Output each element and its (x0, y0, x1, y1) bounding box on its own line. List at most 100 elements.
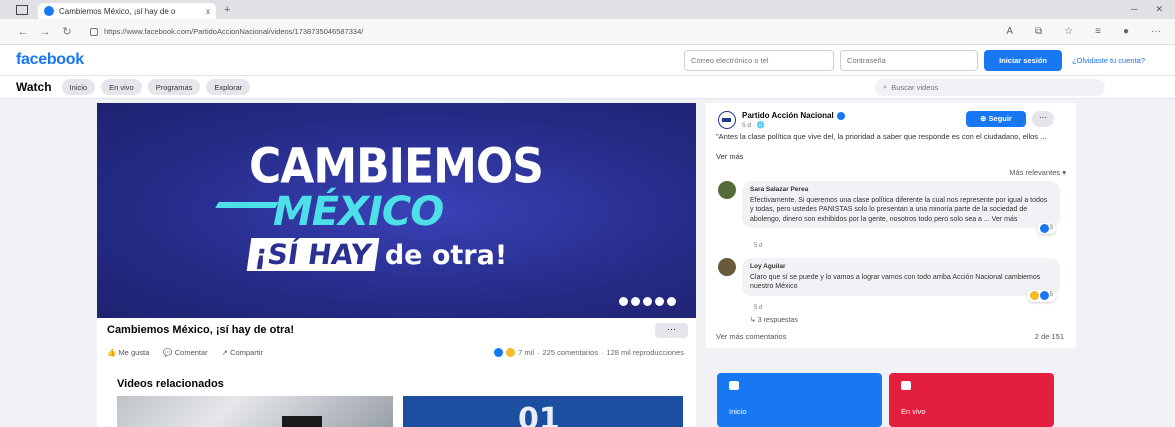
login-form: Iniciar sesión ¿Olvidaste tu cuenta? (684, 49, 1145, 71)
address-bar: ← → ↻ https://www.facebook.com/PartidoAc… (0, 19, 1175, 45)
comments-count[interactable]: 225 comentarios (543, 348, 598, 357)
comment-sort-dropdown[interactable]: Más relevantes ▾ (1009, 168, 1066, 177)
youtube-icon (655, 297, 664, 306)
watch-title[interactable]: Watch (16, 80, 52, 94)
watch-nav: Watch Inicio En vivo Programas Explorar … (0, 76, 1175, 99)
post-side-panel: Partido Acción Nacional 5 d · 🌐 ⊕ Seguir… (706, 103, 1076, 348)
search-placeholder: Buscar videos (891, 82, 939, 92)
window-menu-icon[interactable] (16, 4, 28, 15)
follow-button[interactable]: ⊕ Seguir (966, 111, 1026, 127)
read-aloud-icon[interactable]: A (1006, 26, 1013, 37)
more-comments-link[interactable]: Ver más comentarios (716, 332, 786, 341)
video-more-button[interactable]: ··· (655, 323, 688, 338)
avatar[interactable] (718, 258, 736, 276)
minimize-icon[interactable]: ─ (1131, 4, 1137, 15)
url-field[interactable]: https://www.facebook.com/PartidoAccionNa… (86, 23, 706, 41)
favorite-star-icon[interactable]: ☆ (1064, 26, 1073, 37)
tab-close-icon[interactable]: x (206, 7, 210, 16)
comment-author[interactable]: Sara Salazar Perea (750, 185, 1052, 195)
thumbnail-number: 01 (518, 402, 560, 427)
url-text: https://www.facebook.com/PartidoAccionNa… (104, 27, 364, 36)
like-icon: 👍 (107, 348, 119, 357)
profile-icon[interactable]: ● (1123, 26, 1129, 37)
page-name-line[interactable]: Partido Acción Nacional (742, 111, 845, 120)
search-icon: ⌕ (883, 82, 888, 91)
facebook-logo[interactable]: facebook (16, 51, 84, 69)
comment-reactions[interactable]: 5 (1026, 290, 1056, 302)
related-videos-title: Videos relacionados (117, 378, 224, 390)
forgot-account-link[interactable]: ¿Olvidaste tu cuenta? (1072, 56, 1145, 65)
haha-reaction-icon (1029, 291, 1039, 301)
related-video-thumbnail[interactable]: 01 (403, 396, 683, 427)
live-video-icon (901, 381, 911, 390)
social-handles (619, 297, 676, 306)
share-button[interactable]: ↗ Compartir (222, 348, 263, 357)
haha-reaction-icon (506, 348, 516, 357)
comment-bubble: Loy Aguilar Claro que sí se puede y lo v… (742, 258, 1060, 302)
video-player[interactable]: CAMBIEMOS MÉXICO ¡SÍ HAY de otra! (97, 103, 696, 318)
video-title: Cambiemos México, ¡sí hay de otra! (107, 324, 295, 336)
like-label: Me gusta (118, 348, 150, 357)
like-button[interactable]: 👍 Me gusta (107, 348, 149, 357)
email-field[interactable] (684, 49, 835, 71)
close-window-icon[interactable]: ✕ (1155, 4, 1163, 15)
login-button[interactable]: Iniciar sesión (984, 49, 1063, 71)
browser-tab-strip: Cambiemos México, ¡sí hay de o x + ─ ✕ (0, 0, 1175, 19)
like-reaction-icon (1039, 223, 1049, 233)
comment-text: Claro que sí se puede y lo vamos a logra… (750, 273, 1041, 291)
tab-en-vivo[interactable]: En vivo (101, 79, 142, 95)
back-icon[interactable]: ← (12, 26, 34, 38)
tab-programas[interactable]: Programas (147, 79, 201, 95)
comment-item: Sara Salazar Perea Efectivamente. Si que… (718, 181, 1060, 234)
comment-reactions[interactable]: 3 (1036, 222, 1056, 234)
comment-pagination: 2 de 151 (1034, 332, 1064, 341)
video-actions: 👍 Me gusta 💬 Comentar ↗ Compartir (107, 348, 263, 357)
comment-text: Efectivamente. Si queremos una clase pol… (750, 196, 1048, 223)
comment-label: Comentar (174, 348, 208, 357)
post-text: "Antes la clase política que vive del, l… (716, 132, 1047, 141)
comment-time: 5 d (754, 305, 763, 311)
verified-icon (836, 111, 845, 120)
password-field[interactable] (840, 49, 979, 71)
reactions-count[interactable]: 7 mil (518, 348, 534, 357)
facebook-favicon-icon (44, 6, 54, 16)
forward-icon[interactable]: → (34, 26, 56, 38)
tile-inicio[interactable]: Inicio (717, 373, 882, 427)
video-text-hay: ¡SÍ HAY (246, 238, 380, 271)
video-info: Cambiemos México, ¡sí hay de otra! ··· 👍… (97, 318, 696, 370)
extensions-icon[interactable]: ⧉ (1035, 26, 1042, 37)
tiktok-icon (667, 297, 676, 306)
view-replies-link[interactable]: ↳ 3 respuestas (750, 316, 798, 324)
comment-button[interactable]: 💬 Comentar (163, 348, 207, 357)
lock-icon (90, 27, 98, 36)
new-tab-button[interactable]: + (224, 4, 230, 16)
comment-bubble: Sara Salazar Perea Efectivamente. Si que… (742, 181, 1060, 234)
comment-icon: 💬 (163, 348, 175, 357)
views-count: 128 mil reproducciones (606, 348, 684, 357)
tab-explorar[interactable]: Explorar (206, 79, 251, 95)
twitter-icon (631, 297, 640, 306)
reload-icon[interactable]: ↻ (56, 25, 78, 38)
video-text-si-hay: ¡SÍ HAY de otra! (246, 238, 508, 271)
comment-time: 5 d (754, 243, 763, 249)
comment-author[interactable]: Loy Aguilar (750, 262, 1052, 272)
browser-menu-icon[interactable]: ··· (1151, 26, 1161, 37)
tab-title: Cambiemos México, ¡sí hay de o (59, 6, 176, 16)
avatar[interactable] (718, 181, 736, 199)
tile-en-vivo[interactable]: En vivo (889, 373, 1054, 427)
page-more-button[interactable]: ··· (1032, 111, 1054, 127)
tab-inicio[interactable]: Inicio (61, 79, 96, 95)
see-more-link[interactable]: Ver más (716, 152, 744, 161)
browser-tab-active[interactable]: Cambiemos México, ¡sí hay de o x (38, 3, 216, 19)
page-avatar[interactable] (718, 111, 736, 129)
facebook-header: facebook Iniciar sesión ¿Olvidaste tu cu… (0, 45, 1175, 76)
comment-reaction-count: 5 (1049, 292, 1053, 298)
address-bar-icons: A ⧉ ☆ ≡ ● ··· (1006, 26, 1161, 37)
search-videos-input[interactable]: ⌕ Buscar videos (875, 78, 1105, 96)
comment-item: Loy Aguilar Claro que sí se puede y lo v… (718, 258, 1060, 302)
video-text-otra: de otra! (384, 240, 508, 271)
related-video-thumbnail[interactable] (117, 396, 393, 427)
related-videos: Videos relacionados 01 (97, 370, 696, 427)
collections-icon[interactable]: ≡ (1095, 26, 1101, 37)
instagram-icon (643, 297, 652, 306)
